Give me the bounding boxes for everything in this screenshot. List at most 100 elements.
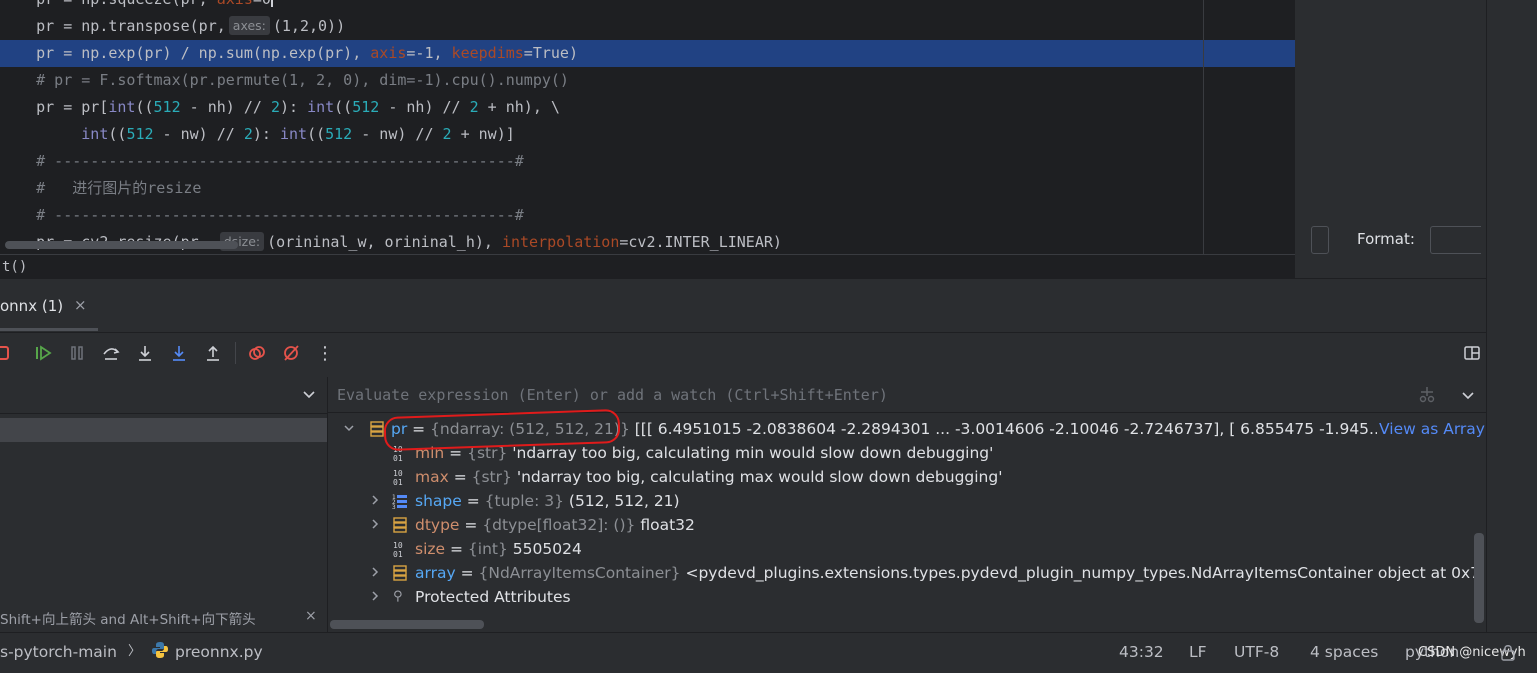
- code-line-9[interactable]: # --------------------------------------…: [0, 202, 1295, 229]
- key-icon: ⚲: [393, 589, 403, 604]
- code-line-4[interactable]: # pr = F.softmax(pr.permute(1, 2, 0), di…: [0, 67, 1295, 94]
- code-token: + nh), \: [478, 98, 560, 116]
- code-token: 2: [243, 125, 253, 143]
- variables-vertical-scrollbar[interactable]: [1474, 533, 1484, 623]
- resume-icon[interactable]: [33, 343, 53, 363]
- code-token: pr = np.transpose(pr,: [0, 17, 226, 35]
- close-tab-icon[interactable]: ×: [74, 296, 87, 314]
- variable-row-dtype[interactable]: dtype = {dtype[float32]: ()} float32: [415, 513, 1481, 537]
- code-token: pr = pr[: [0, 98, 109, 116]
- lock-icon[interactable]: [1500, 643, 1516, 661]
- debug-session-tab[interactable]: onnx (1): [0, 297, 63, 315]
- active-tab-indicator: [0, 328, 98, 331]
- expand-arrow-icon[interactable]: [369, 513, 381, 537]
- code-token: int: [279, 125, 308, 143]
- code-token: int: [307, 98, 335, 116]
- file-breadcrumb[interactable]: preonnx.py: [175, 632, 263, 672]
- history-chevron-down-icon[interactable]: [1461, 387, 1475, 401]
- var-name: max: [415, 468, 449, 486]
- right-tool-strip: [1486, 0, 1537, 672]
- resize-tail: =cv2.INTER_LINEAR): [619, 233, 782, 251]
- code-token: - nh) //: [180, 98, 271, 116]
- mute-breakpoints-icon[interactable]: [281, 343, 301, 363]
- toolbar-divider: [235, 342, 236, 364]
- protected-attributes-row[interactable]: Protected Attributes: [415, 585, 571, 609]
- line-separator[interactable]: LF: [1189, 632, 1207, 672]
- variable-row-shape[interactable]: shape = {tuple: 3} (512, 512, 21): [415, 489, 1481, 513]
- code-token: int: [81, 125, 109, 143]
- collapse-arrow-icon[interactable]: [343, 417, 355, 441]
- variable-row-array[interactable]: array = {NdArrayItemsContainer} <pydevd_…: [415, 561, 1481, 585]
- variable-row-max[interactable]: max = {str} 'ndarray too big, calculatin…: [415, 465, 1481, 489]
- close-hint-icon[interactable]: ×: [305, 608, 317, 624]
- step-into-icon[interactable]: [135, 343, 155, 363]
- code-token: 2: [270, 98, 280, 116]
- code-line-7[interactable]: # --------------------------------------…: [0, 148, 1295, 175]
- step-out-icon[interactable]: [203, 343, 223, 363]
- editor-breadcrumb[interactable]: t(): [0, 254, 1295, 278]
- view-as-array-link[interactable]: View as Array: [1377, 417, 1485, 441]
- primitive-value-icon: 10 01: [392, 465, 408, 489]
- code-token: 512: [325, 125, 353, 143]
- selected-frame-row[interactable]: [0, 418, 327, 442]
- code-token: pr = np.exp(pr) / np.sum(np.exp(pr),: [0, 44, 371, 62]
- text-caret: [270, 0, 273, 7]
- code-line-1[interactable]: pr = np.squeeze(pr, axis=0: [0, 0, 1295, 13]
- svg-text:01: 01: [393, 550, 403, 559]
- pause-icon[interactable]: [67, 343, 87, 363]
- param-hint-axes: axes:: [228, 16, 270, 35]
- code-editor[interactable]: pr = np.squeeze(pr, axis=0 pr = np.trans…: [0, 0, 1295, 254]
- code-token: + nw)]: [451, 125, 515, 143]
- format-checkbox[interactable]: [1311, 226, 1329, 254]
- python-file-icon: [151, 641, 169, 659]
- code-token: 2: [442, 125, 452, 143]
- equals: =: [461, 492, 485, 510]
- editor-horizontal-scrollbar[interactable]: [5, 241, 238, 249]
- file-encoding[interactable]: UTF-8: [1234, 632, 1279, 672]
- var-type: {dtype[float32]: ()}: [482, 516, 636, 534]
- code-line-6[interactable]: int((512 - nw) // 2): int((512 - nw) // …: [0, 121, 1295, 148]
- expand-arrow-icon[interactable]: [369, 585, 381, 609]
- variables-horizontal-scrollbar[interactable]: [330, 620, 484, 629]
- more-options-icon[interactable]: ⋮: [315, 343, 335, 364]
- svg-text:10: 10: [393, 541, 403, 550]
- code-line-8[interactable]: # 进行图片的resize: [0, 175, 1295, 202]
- code-token: # --------------------------------------…: [0, 152, 524, 170]
- view-breakpoints-icon[interactable]: [247, 343, 267, 363]
- tuple-list-icon: 123: [392, 489, 408, 513]
- var-name: size: [415, 540, 446, 558]
- indent-setting[interactable]: 4 spaces: [1310, 632, 1378, 672]
- var-type: {tuple: 3}: [484, 492, 564, 510]
- right-margin-guide: [1203, 0, 1204, 254]
- step-into-my-code-icon[interactable]: [169, 343, 189, 363]
- code-line-5[interactable]: pr = pr[int((512 - nh) // 2): int((512 -…: [0, 94, 1295, 121]
- code-token: =0: [253, 0, 271, 8]
- var-value: (512, 512, 21): [568, 492, 680, 510]
- var-value: <pydevd_plugins.extensions.types.pydevd_…: [685, 564, 1481, 582]
- var-type: {NdArrayItemsContainer}: [478, 564, 681, 582]
- add-watch-icon[interactable]: [1418, 385, 1436, 403]
- step-over-icon[interactable]: [101, 343, 121, 363]
- var-value: float32: [640, 516, 695, 534]
- expand-arrow-icon[interactable]: [369, 561, 381, 585]
- var-value: [[[ 6.4951015 -2.0838604 -2.2894301 ... …: [629, 420, 1384, 438]
- format-label: Format:: [1357, 230, 1415, 248]
- chevron-down-icon[interactable]: [302, 386, 316, 400]
- format-input[interactable]: [1430, 226, 1481, 254]
- project-breadcrumb[interactable]: s-pytorch-main: [0, 632, 117, 672]
- code-line-3-highlighted[interactable]: pr = np.exp(pr) / np.sum(np.exp(pr), axi…: [0, 40, 1295, 67]
- variable-row-min[interactable]: min = {str} 'ndarray too big, calculatin…: [415, 441, 1481, 465]
- thread-selector[interactable]: [0, 377, 327, 414]
- expand-arrow-icon[interactable]: [369, 489, 381, 513]
- code-line-2[interactable]: pr = np.transpose(pr, axes: (1,2,0)): [0, 13, 1295, 40]
- variable-row-size[interactable]: size = {int} 5505024: [415, 537, 1481, 561]
- cursor-position[interactable]: 43:32: [1119, 632, 1164, 672]
- evaluate-expression-input[interactable]: [337, 384, 1397, 406]
- object-icon: [392, 513, 408, 537]
- code-token: ):: [279, 98, 308, 116]
- code-token: axis: [217, 0, 253, 8]
- layout-settings-icon[interactable]: [1462, 343, 1482, 363]
- stop-icon[interactable]: [0, 343, 12, 363]
- svg-text:01: 01: [393, 454, 403, 463]
